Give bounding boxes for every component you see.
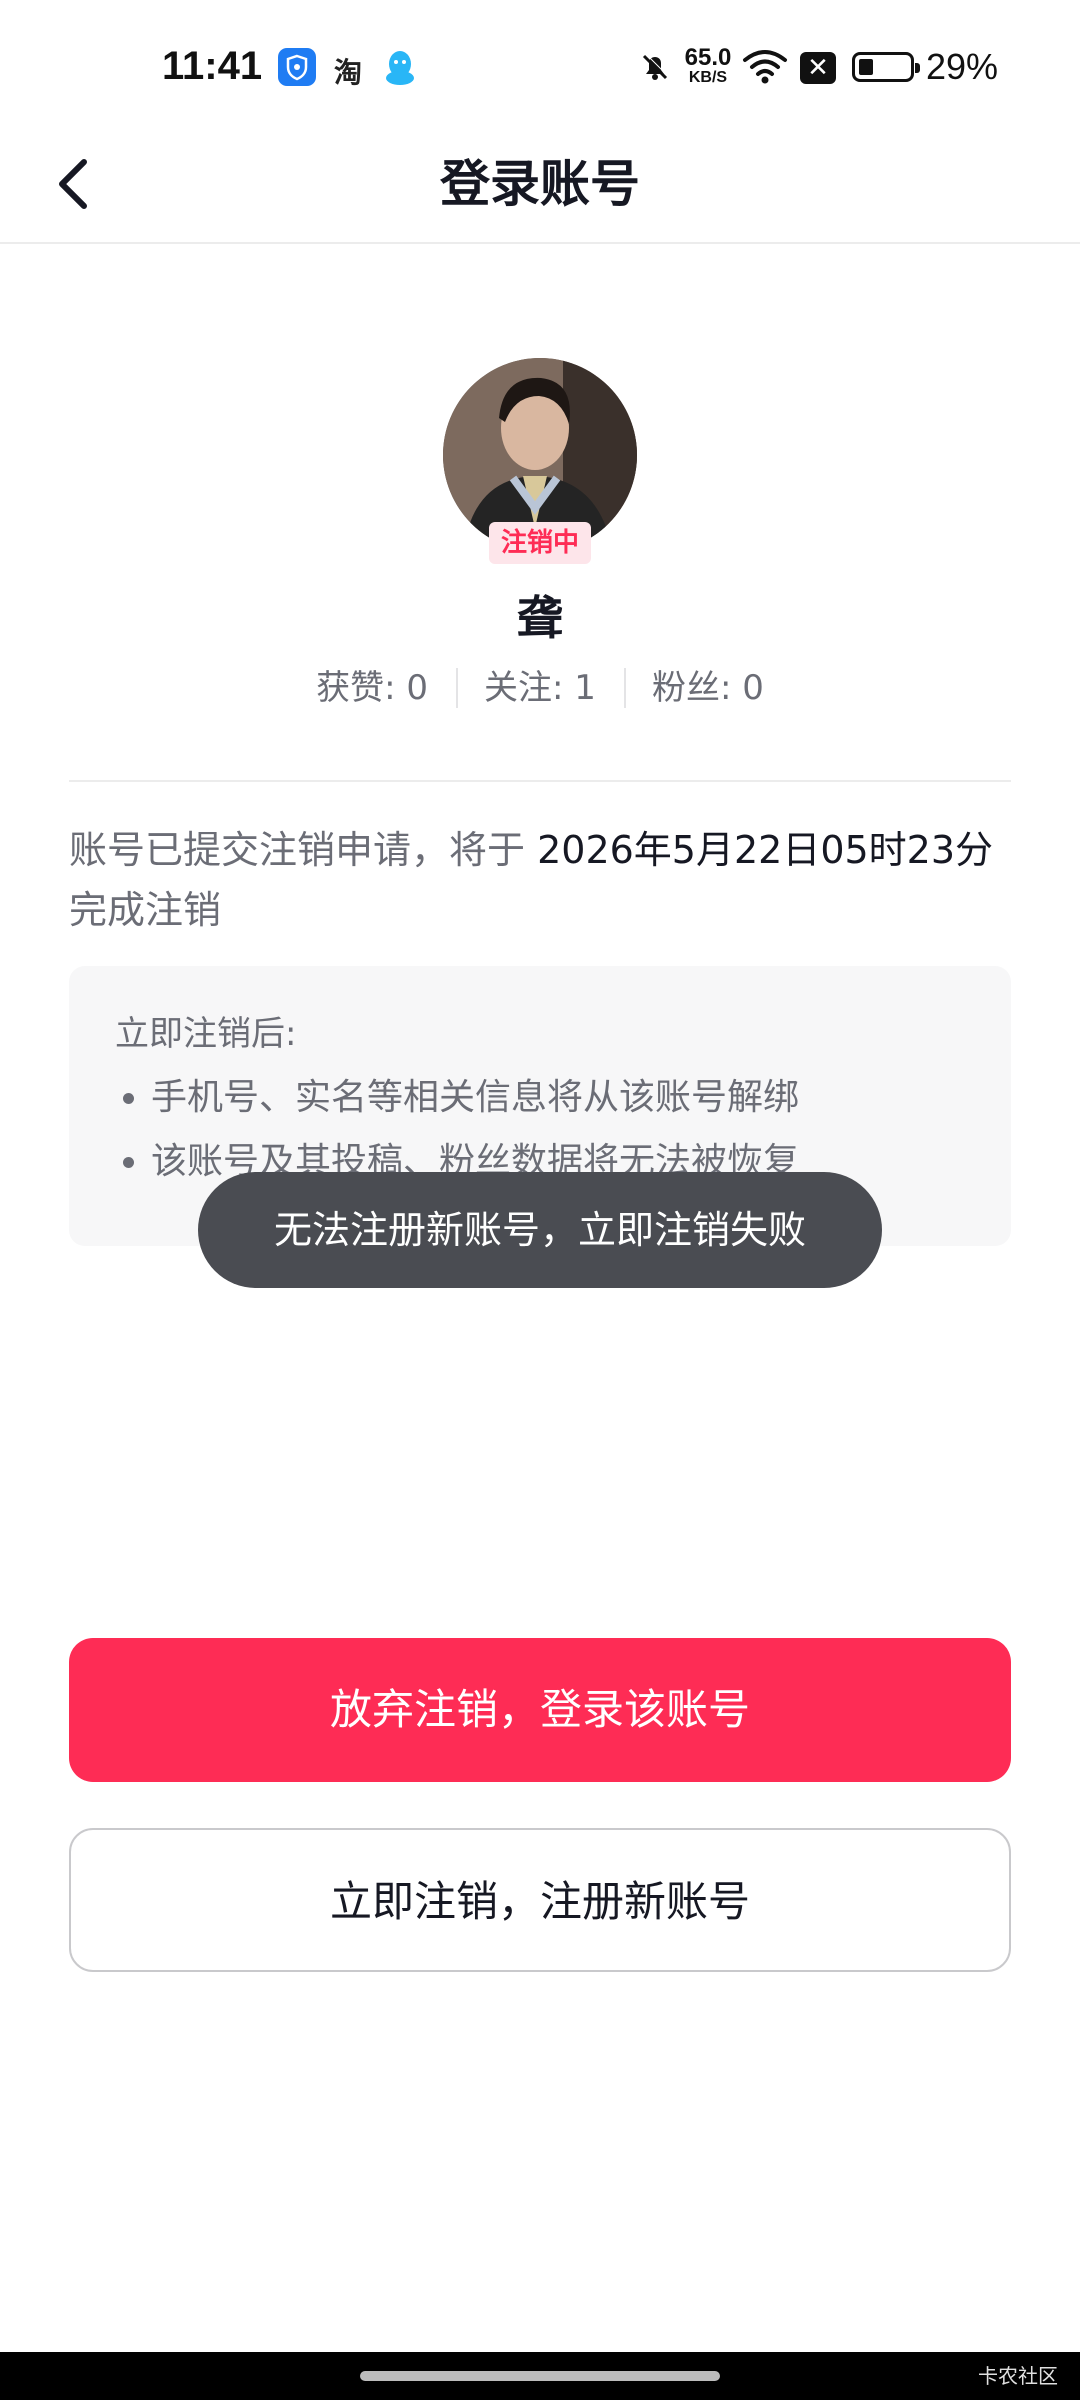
stat-likes: 获赞: 0 [316,668,429,708]
delete-now-register-button[interactable]: 立即注销，注册新账号 [69,1828,1011,1972]
header: 登录账号 [0,130,1080,244]
close-box-icon: ✕ [800,52,836,84]
info-box-title: 立即注销后: [115,1014,297,1054]
wifi-icon [742,48,788,86]
home-indicator[interactable] [360,2371,720,2381]
system-nav-bar: 卡农社区 [0,2352,1080,2400]
status-time: 11:41 [162,44,263,88]
notice-prefix: 账号已提交注销申请，将于 [69,828,538,872]
battery-level [859,59,873,75]
battery-percent: 29% [926,46,999,87]
qq-icon [382,48,420,86]
battery-icon [852,52,920,82]
notice-suffix: 完成注销 [69,888,222,932]
cancel-deletion-login-button[interactable]: 放弃注销，登录该账号 [69,1638,1011,1782]
toast-message: 无法注册新账号，立即注销失败 [198,1172,882,1288]
notice-date: 2026年5月22日05时23分 [537,828,994,872]
mute-bell-icon [636,48,674,86]
taobao-icon: 淘 [334,56,363,89]
shield-icon [278,48,316,86]
status-bar: 11:41 淘 65.0 KB/S ✕ 29% [0,0,1080,130]
network-speed: 65.0 KB/S [684,44,732,86]
list-item: 手机号、实名等相关信息将从该账号解绑 [151,1066,799,1130]
stat-following: 关注: 1 [456,660,624,709]
watermark: 卡农社区 [978,2364,1058,2388]
username: 聋 [517,591,563,645]
deletion-notice: 账号已提交注销申请，将于 2026年5月22日05时23分 完成注销 [69,820,1011,940]
page: 11:41 淘 65.0 KB/S ✕ 29% 登录账号 注销中 聋 获赞: 0… [0,0,1080,2400]
status-badge: 注销中 [489,522,591,564]
stat-followers: 粉丝: 0 [623,660,792,709]
profile-stats: 获赞: 0 关注: 1 粉丝: 0 [0,660,1080,709]
divider [69,780,1011,782]
page-title: 登录账号 [440,155,640,213]
